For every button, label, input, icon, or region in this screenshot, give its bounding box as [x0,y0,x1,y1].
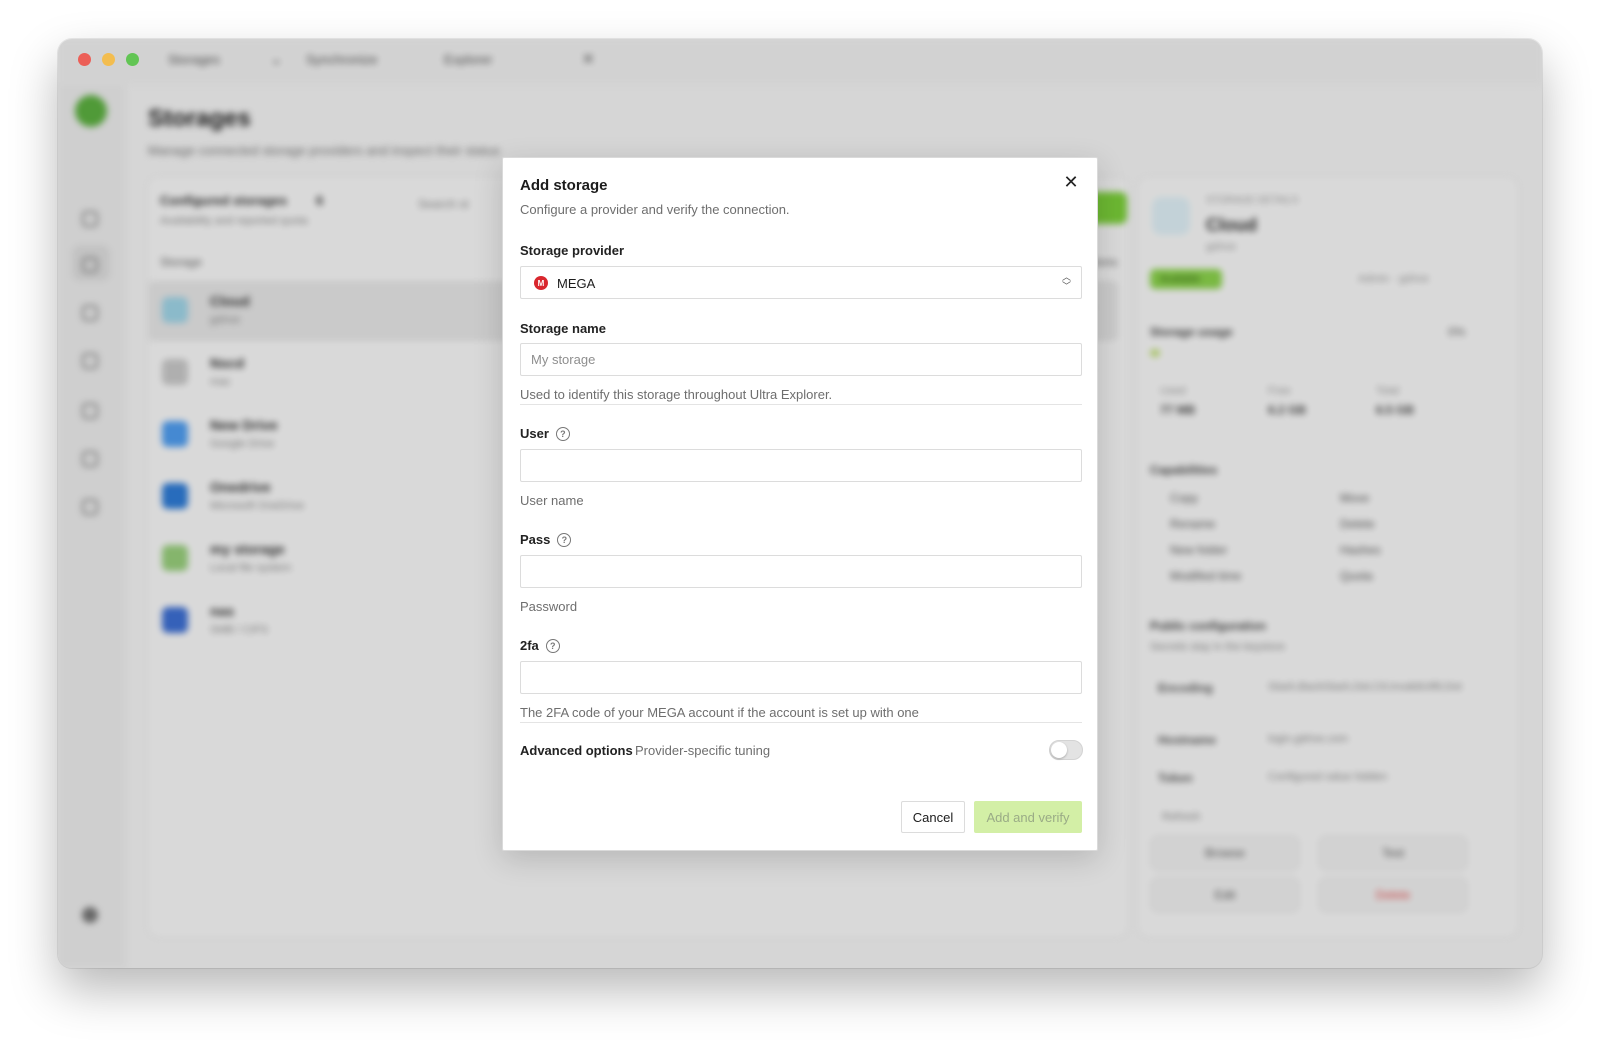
name-hint: Used to identify this storage throughout… [520,387,833,402]
zoom-window-button[interactable] [126,53,139,66]
minimize-window-button[interactable] [102,53,115,66]
name-label-text: Storage name [520,321,606,336]
twofa-input[interactable] [520,661,1082,694]
name-label: Storage name [520,321,606,336]
advanced-options-hint: Provider-specific tuning [635,743,771,758]
pass-input[interactable] [520,555,1082,588]
advanced-options-label: Advanced options [520,743,633,758]
help-icon[interactable]: ? [557,532,572,547]
divider [520,404,1082,405]
user-hint: User name [520,493,584,508]
help-icon[interactable]: ? [545,638,560,653]
toggle-knob [1051,742,1067,758]
provider-label-text: Storage provider [520,243,625,258]
user-input[interactable] [520,449,1082,482]
divider [520,722,1082,723]
add-and-verify-button[interactable]: Add and verify [974,801,1082,833]
pass-hint: Password [520,599,578,614]
dialog-title: Add storage [520,177,608,194]
mega-icon: M [534,276,548,290]
pass-label-text: Pass [520,532,551,547]
dialog-subtitle: Configure a provider and verify the conn… [520,202,790,217]
provider-selected-value: MEGA [557,276,596,291]
close-window-button[interactable] [78,53,91,66]
pass-label: Pass? [520,532,572,547]
provider-select[interactable]: M MEGA ︿ ﹀ [520,266,1082,299]
chevron-up-down-icon: ︿ ﹀ [1061,272,1071,291]
cancel-button[interactable]: Cancel [901,801,965,833]
storage-name-input[interactable] [520,343,1082,376]
provider-label: Storage provider [520,243,624,258]
twofa-label-text: 2fa [520,638,539,653]
twofa-hint: The 2FA code of your MEGA account if the… [520,705,919,720]
help-icon[interactable]: ? [555,426,570,441]
close-icon[interactable]: ✕ [1059,170,1083,194]
twofa-label: 2fa? [520,638,560,653]
add-storage-dialog: ✕ Add storage Configure a provider and v… [502,157,1098,851]
advanced-options-toggle[interactable] [1049,740,1083,760]
user-label: User? [520,426,570,441]
user-label-text: User [520,426,549,441]
